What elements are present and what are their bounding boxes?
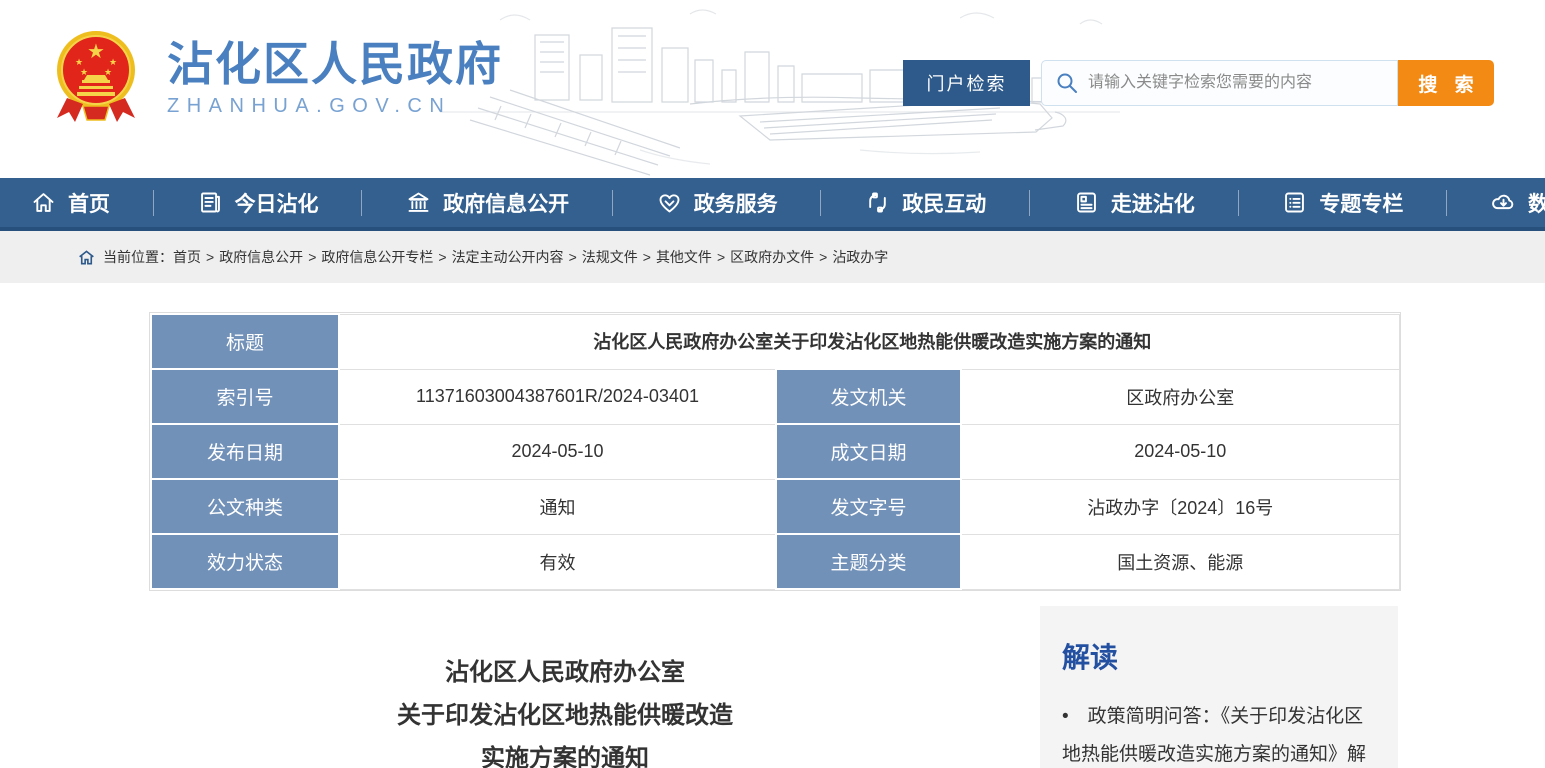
meta-value-publish-date: 2024-05-10 bbox=[339, 424, 776, 479]
meta-label-written-date: 成文日期 bbox=[776, 424, 961, 479]
meta-label-topic-category: 主题分类 bbox=[776, 534, 961, 589]
interpretation-heading: 解读 bbox=[1062, 636, 1376, 676]
table-row: 索引号 11371603004387601R/2024-03401 发文机关 区… bbox=[151, 369, 1399, 424]
interpretation-panel: 解读 政策简明问答：《关于印发沾化区地热能供暖改造实施方案的通知》解读 bbox=[1040, 606, 1398, 768]
svg-text:★: ★ bbox=[109, 58, 117, 68]
breadcrumb-item-regulations[interactable]: 法规文件 bbox=[582, 247, 638, 267]
nav-separator bbox=[820, 190, 821, 216]
nav-item-label: 政务服务 bbox=[694, 188, 778, 218]
svg-text:★: ★ bbox=[75, 58, 83, 68]
table-row: 公文种类 通知 发文字号 沾政办字〔2024〕16号 bbox=[151, 479, 1399, 534]
search-bar: 门户检索 搜 索 bbox=[903, 60, 1494, 106]
nav-item-gov-info[interactable]: 政府信息公开 bbox=[397, 188, 577, 218]
nav-separator bbox=[1446, 190, 1447, 216]
nav-item-label: 数据开放 bbox=[1528, 188, 1545, 218]
document-icon bbox=[1073, 189, 1100, 216]
table-row: 效力状态 有效 主题分类 国土资源、能源 bbox=[151, 534, 1399, 589]
breadcrumb-separator: > bbox=[569, 249, 577, 265]
main-content: 标题 沾化区人民政府办公室关于印发沾化区地热能供暖改造实施方案的通知 索引号 1… bbox=[0, 283, 1545, 768]
nav-item-label: 走进沾化 bbox=[1111, 188, 1195, 218]
breadcrumb-item-statutory[interactable]: 法定主动公开内容 bbox=[452, 247, 564, 267]
table-row: 标题 沾化区人民政府办公室关于印发沾化区地热能供暖改造实施方案的通知 bbox=[151, 314, 1399, 369]
breadcrumb-separator: > bbox=[643, 249, 651, 265]
doc-meta-table: 标题 沾化区人民政府办公室关于印发沾化区地热能供暖改造实施方案的通知 索引号 1… bbox=[150, 313, 1400, 590]
nav-item-services[interactable]: 政务服务 bbox=[648, 188, 786, 218]
meta-label-title: 标题 bbox=[151, 314, 339, 369]
meta-value-title: 沾化区人民政府办公室关于印发沾化区地热能供暖改造实施方案的通知 bbox=[339, 314, 1399, 369]
nav-item-open-data[interactable]: 数据开放 bbox=[1482, 188, 1545, 218]
breadcrumb: 当前位置： 首页 > 政府信息公开 > 政府信息公开专栏 > 法定主动公开内容 … bbox=[0, 231, 1545, 283]
nav-item-home[interactable]: 首页 bbox=[22, 188, 118, 218]
nav-item-label: 专题专栏 bbox=[1319, 188, 1403, 218]
meta-value-doc-number: 沾政办字〔2024〕16号 bbox=[961, 479, 1399, 534]
meta-value-doc-type: 通知 bbox=[339, 479, 776, 534]
breadcrumb-label: 当前位置： bbox=[103, 247, 173, 267]
nav-separator bbox=[612, 190, 613, 216]
breadcrumb-separator: > bbox=[206, 249, 214, 265]
meta-value-topic-category: 国土资源、能源 bbox=[961, 534, 1399, 589]
breadcrumb-separator: > bbox=[717, 249, 725, 265]
breadcrumb-separator: > bbox=[438, 249, 446, 265]
document-title-line-3: 实施方案的通知 bbox=[150, 737, 980, 768]
nav-item-label: 政民互动 bbox=[902, 188, 986, 218]
svg-text:★: ★ bbox=[87, 39, 105, 63]
nav-separator bbox=[153, 190, 154, 216]
nav-item-interaction[interactable]: 政民互动 bbox=[856, 188, 994, 218]
search-icon bbox=[1055, 71, 1079, 95]
meta-label-publish-date: 发布日期 bbox=[151, 424, 339, 479]
nav-item-label: 首页 bbox=[68, 188, 110, 218]
meta-label-issuing-agency: 发文机关 bbox=[776, 369, 961, 424]
meta-label-index-number: 索引号 bbox=[151, 369, 339, 424]
breadcrumb-item-gov-info[interactable]: 政府信息公开 bbox=[219, 247, 303, 267]
meta-label-validity-status: 效力状态 bbox=[151, 534, 339, 589]
nav-item-label: 今日沾化 bbox=[235, 188, 319, 218]
nav-item-today[interactable]: 今日沾化 bbox=[189, 188, 327, 218]
search-input[interactable] bbox=[1041, 60, 1398, 106]
breadcrumb-home-icon bbox=[78, 250, 95, 265]
portal-search-button[interactable]: 门户检索 bbox=[903, 60, 1030, 106]
meta-value-index-number: 11371603004387601R/2024-03401 bbox=[339, 369, 776, 424]
breadcrumb-item-current[interactable]: 沾政办字 bbox=[832, 247, 888, 267]
meta-label-doc-type: 公文种类 bbox=[151, 479, 339, 534]
breadcrumb-item-gov-info-column[interactable]: 政府信息公开专栏 bbox=[321, 247, 433, 267]
main-nav: 首页 今日沾化 政府信息公开 政务服务 bbox=[0, 178, 1545, 231]
breadcrumb-item-home[interactable]: 首页 bbox=[173, 247, 201, 267]
nav-item-topics[interactable]: 专题专栏 bbox=[1273, 188, 1411, 218]
site-header: ★ ★ ★ ★ ★ 沾化区人民政府 ZHANHUA.GOV.CN 门户检索 bbox=[0, 0, 1545, 178]
breadcrumb-separator: > bbox=[819, 249, 827, 265]
table-row: 发布日期 2024-05-10 成文日期 2024-05-10 bbox=[151, 424, 1399, 479]
handshake-icon bbox=[656, 189, 683, 216]
bank-icon bbox=[405, 189, 432, 216]
document-title-line-2: 关于印发沾化区地热能供暖改造 bbox=[150, 694, 980, 737]
national-emblem-icon: ★ ★ ★ ★ ★ bbox=[55, 28, 137, 128]
home-icon bbox=[30, 189, 57, 216]
breadcrumb-item-other-files[interactable]: 其他文件 bbox=[656, 247, 712, 267]
interpretation-link[interactable]: 政策简明问答：《关于印发沾化区地热能供暖改造实施方案的通知》解读 bbox=[1062, 698, 1376, 768]
meta-value-validity-status: 有效 bbox=[339, 534, 776, 589]
document-body: 沾化区人民政府办公室 关于印发沾化区地热能供暖改造 实施方案的通知 bbox=[150, 606, 1040, 768]
nav-separator bbox=[1238, 190, 1239, 216]
site-title: 沾化区人民政府 bbox=[167, 39, 503, 89]
meta-value-written-date: 2024-05-10 bbox=[961, 424, 1399, 479]
site-domain: ZHANHUA.GOV.CN bbox=[167, 95, 503, 118]
breadcrumb-item-district-office-files[interactable]: 区政府办文件 bbox=[730, 247, 814, 267]
document-title-line-1: 沾化区人民政府办公室 bbox=[150, 651, 980, 694]
chat-icon bbox=[864, 189, 891, 216]
meta-label-doc-number: 发文字号 bbox=[776, 479, 961, 534]
nav-separator bbox=[1029, 190, 1030, 216]
breadcrumb-separator: > bbox=[308, 249, 316, 265]
list-icon bbox=[1281, 189, 1308, 216]
site-logo[interactable]: ★ ★ ★ ★ ★ 沾化区人民政府 ZHANHUA.GOV.CN bbox=[55, 28, 503, 128]
cloud-download-icon bbox=[1490, 189, 1517, 216]
search-button[interactable]: 搜 索 bbox=[1398, 60, 1494, 106]
nav-item-about[interactable]: 走进沾化 bbox=[1065, 188, 1203, 218]
meta-value-issuing-agency: 区政府办公室 bbox=[961, 369, 1399, 424]
nav-item-label: 政府信息公开 bbox=[443, 188, 569, 218]
nav-separator bbox=[361, 190, 362, 216]
news-icon bbox=[197, 189, 224, 216]
